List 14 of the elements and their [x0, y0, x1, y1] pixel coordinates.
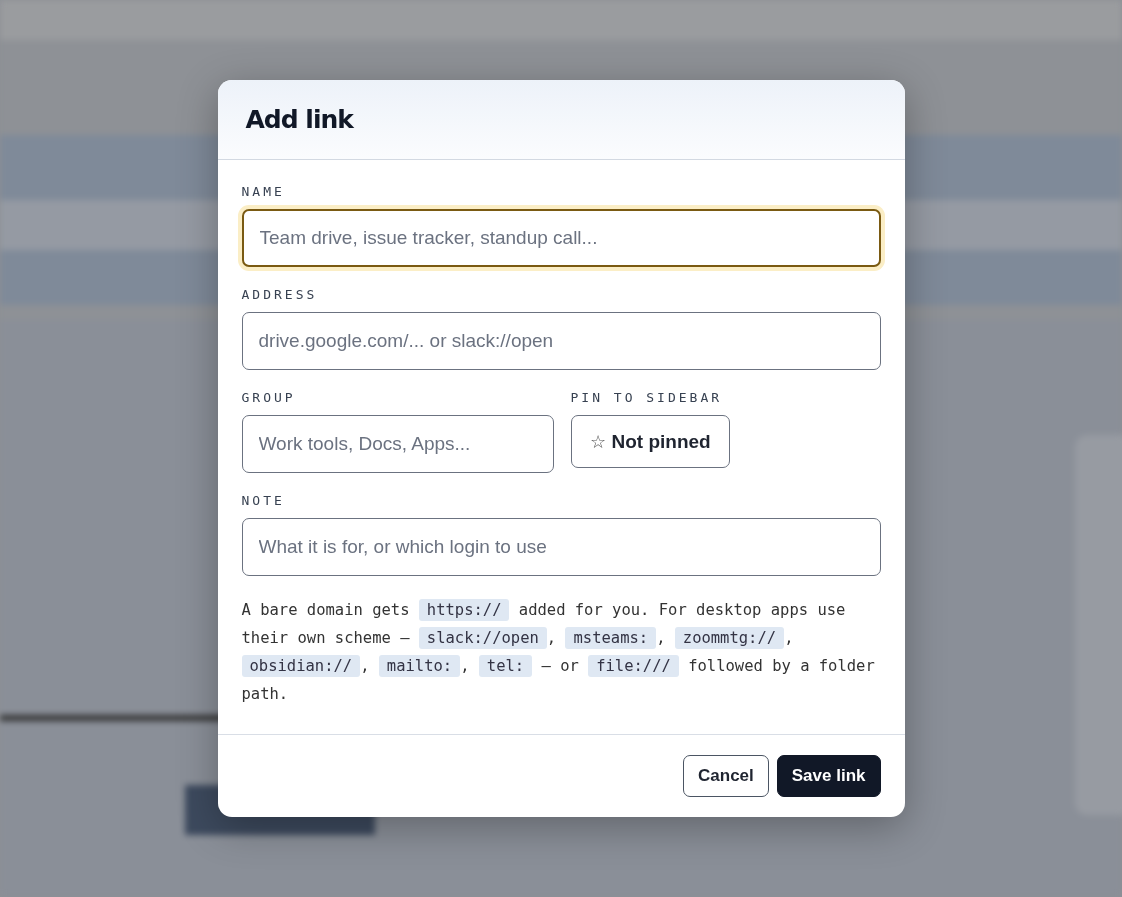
- pin-toggle-button[interactable]: ☆ Not pinned: [570, 415, 730, 468]
- text-input-field[interactable]: Team drive, issue tracker, standup call...: [241, 209, 881, 267]
- field-label: GROUP: [241, 390, 297, 405]
- text-input-field[interactable]: Work tools, Docs, Apps...: [241, 415, 554, 473]
- address-hint-text: A bare domain gets https:// added for you. For desktop apps use their own scheme — slack://open , msteams: , zoommtg:// , obsidian:// , mailto: , tel: — or file:/// followed by a folder path.: [241, 598, 876, 705]
- cancel-button[interactable]: Cancel: [683, 755, 769, 797]
- dialog-title: Add link: [245, 105, 353, 134]
- text-input-field[interactable]: What it is for, or which login to use: [241, 518, 881, 576]
- field-label: NOTE: [241, 493, 286, 508]
- field-label: ADDRESS: [241, 287, 319, 302]
- field-label: NAME: [241, 184, 286, 199]
- save-button[interactable]: Save link: [776, 755, 881, 797]
- field-label: PIN TO SIDEBAR: [570, 390, 724, 405]
- text-input-field[interactable]: drive.google.com/... or slack://open: [241, 312, 881, 370]
